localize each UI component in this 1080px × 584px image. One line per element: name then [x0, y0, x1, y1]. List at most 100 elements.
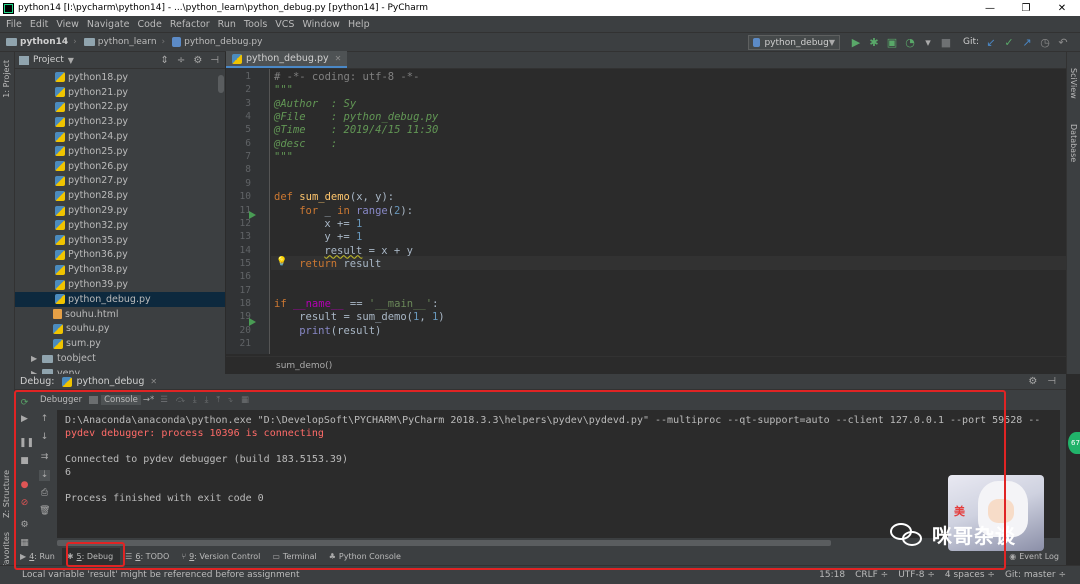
tree-file-item[interactable]: python26.py: [15, 159, 225, 174]
git-branch[interactable]: Git: master ÷: [1005, 570, 1066, 580]
tab-debugger[interactable]: Debugger: [37, 395, 85, 405]
tree-file-item[interactable]: python22.py: [15, 100, 225, 115]
hide-icon[interactable]: ⊣: [1047, 376, 1056, 387]
pause-icon[interactable]: ❚❚: [19, 438, 34, 449]
menu-help[interactable]: Help: [344, 19, 374, 30]
line-separator[interactable]: CRLF ÷: [855, 570, 888, 580]
scroll-from-source-icon[interactable]: ÷: [177, 55, 185, 66]
collapse-all-icon[interactable]: ⇕: [161, 55, 169, 66]
profile-icon[interactable]: ◔: [904, 37, 916, 49]
tab-python-debug[interactable]: python_debug.py ✕: [226, 51, 348, 68]
tree-file-item[interactable]: python29.py: [15, 203, 225, 218]
pin-icon[interactable]: →*: [143, 395, 154, 405]
stop-icon[interactable]: ■: [940, 37, 952, 49]
hide-icon[interactable]: ⊣: [210, 55, 219, 66]
arrow-up-icon[interactable]: ↑: [39, 414, 50, 425]
tree-file-item[interactable]: python35.py: [15, 233, 225, 248]
debug-icon[interactable]: ✱: [868, 37, 880, 49]
history-icon[interactable]: ◷: [1039, 37, 1051, 49]
rollback-icon[interactable]: ↶: [1057, 37, 1069, 49]
sciview-tool-button[interactable]: SciView: [1069, 68, 1078, 99]
menu-edit[interactable]: Edit: [26, 19, 52, 30]
menu-navigate[interactable]: Navigate: [83, 19, 134, 30]
tree-folder-item[interactable]: ▶ toobject: [31, 351, 96, 366]
tree-file-item[interactable]: python_debug.py: [15, 292, 225, 307]
terminal-tool-button[interactable]: ▭ Terminal: [267, 548, 323, 565]
view-breakpoints-icon[interactable]: ●: [19, 480, 30, 491]
tree-file-item[interactable]: Python38.py: [15, 262, 225, 277]
menu-refactor[interactable]: Refactor: [166, 19, 214, 30]
menu-vcs[interactable]: VCS: [271, 19, 298, 30]
menu-code[interactable]: Code: [133, 19, 165, 30]
menu-view[interactable]: View: [52, 19, 83, 30]
console-output[interactable]: D:\Anaconda\anaconda\python.exe "D:\Deve…: [57, 410, 1060, 538]
soft-wrap-icon[interactable]: ⇉: [39, 452, 50, 463]
tree-file-item[interactable]: python23.py: [15, 114, 225, 129]
mute-breakpoints-icon[interactable]: ⊘: [19, 498, 30, 509]
tree-file-item[interactable]: python21.py: [15, 85, 225, 100]
run-tool-button[interactable]: ▶ 4: Run: [15, 548, 62, 565]
tree-folder-item[interactable]: ▶ venv: [31, 366, 80, 374]
debug-session-tab[interactable]: python_debug ✕: [62, 376, 157, 387]
build-icon[interactable]: ▾: [922, 37, 934, 49]
tree-file-item[interactable]: python24.py: [15, 129, 225, 144]
todo-tool-button[interactable]: ☰ 6: TODO: [120, 548, 176, 565]
version-control-tool-button[interactable]: ⑂ 9: Version Control: [176, 548, 267, 565]
project-scrollbar[interactable]: [218, 75, 224, 93]
tree-file-item[interactable]: python18.py: [15, 70, 225, 85]
maximize-button[interactable]: ❐: [1008, 3, 1044, 14]
git-update-icon[interactable]: ↙: [985, 37, 997, 49]
git-push-icon[interactable]: ↗: [1021, 37, 1033, 49]
editor-breadcrumb[interactable]: sum_demo(): [226, 356, 1066, 374]
rerun-icon[interactable]: ⟳: [19, 398, 30, 409]
menu-window[interactable]: Window: [298, 19, 343, 30]
run-gutter-icon[interactable]: [249, 211, 256, 220]
python-console-tool-button[interactable]: ♣ Python Console: [324, 548, 408, 565]
gear-icon[interactable]: ⚙: [1028, 376, 1037, 387]
indent-setting[interactable]: 4 spaces ÷: [945, 570, 995, 580]
tree-file-item[interactable]: sum.py: [15, 336, 225, 351]
caret-position[interactable]: 15:18: [819, 570, 845, 580]
file-encoding[interactable]: UTF-8 ÷: [898, 570, 935, 580]
console-horizontal-scrollbar[interactable]: [57, 540, 831, 546]
chevron-right-icon[interactable]: ▶: [31, 354, 39, 363]
resume-icon[interactable]: ▶: [19, 414, 30, 425]
debug-tool-button[interactable]: ✱ 5: Debug: [61, 548, 121, 565]
run-icon[interactable]: ▶: [850, 37, 862, 49]
tree-file-item[interactable]: python39.py: [15, 277, 225, 292]
run-gutter-icon[interactable]: [249, 317, 256, 326]
close-icon[interactable]: ✕: [150, 377, 157, 386]
tree-file-item[interactable]: python28.py: [15, 188, 225, 203]
git-commit-icon[interactable]: ✓: [1003, 37, 1015, 49]
menu-run[interactable]: Run: [214, 19, 240, 30]
run-configuration-select[interactable]: python_debug ▼: [748, 35, 840, 50]
tree-file-item[interactable]: Python36.py: [15, 248, 225, 263]
chevron-down-icon[interactable]: ▼: [68, 56, 74, 65]
tab-console[interactable]: Console: [101, 395, 141, 405]
intention-bulb-icon[interactable]: 💡: [276, 257, 287, 267]
project-panel-title[interactable]: Project: [33, 55, 64, 65]
breadcrumb-file[interactable]: python_debug.py: [166, 37, 266, 47]
structure-tool-button[interactable]: Z: Structure: [2, 470, 11, 518]
menu-tools[interactable]: Tools: [240, 19, 271, 30]
tree-file-item[interactable]: python27.py: [15, 174, 225, 189]
minimize-button[interactable]: —: [972, 3, 1008, 14]
coverage-icon[interactable]: ▣: [886, 37, 898, 49]
arrow-down-icon[interactable]: ↓: [39, 432, 50, 443]
tree-file-item[interactable]: python25.py: [15, 144, 225, 159]
close-icon[interactable]: ✕: [335, 54, 342, 63]
trash-icon[interactable]: 🗑: [39, 506, 50, 517]
function-breadcrumb[interactable]: sum_demo(): [276, 361, 332, 371]
settings-icon[interactable]: ⚙: [19, 520, 30, 531]
tree-file-item[interactable]: souhu.py: [15, 322, 225, 337]
breadcrumb-project[interactable]: python14: [0, 37, 72, 47]
breadcrumb-folder[interactable]: python_learn: [78, 37, 161, 47]
print-icon[interactable]: ⎙: [39, 488, 50, 499]
close-button[interactable]: ✕: [1044, 3, 1080, 14]
database-tool-button[interactable]: Database: [1069, 124, 1078, 162]
project-tool-button[interactable]: 1: Project: [2, 60, 11, 98]
scroll-to-end-icon[interactable]: ⇣: [39, 470, 50, 481]
stop-icon[interactable]: ■: [19, 456, 30, 467]
tree-file-item[interactable]: souhu.html: [15, 307, 225, 322]
gear-icon[interactable]: ⚙: [193, 55, 202, 66]
